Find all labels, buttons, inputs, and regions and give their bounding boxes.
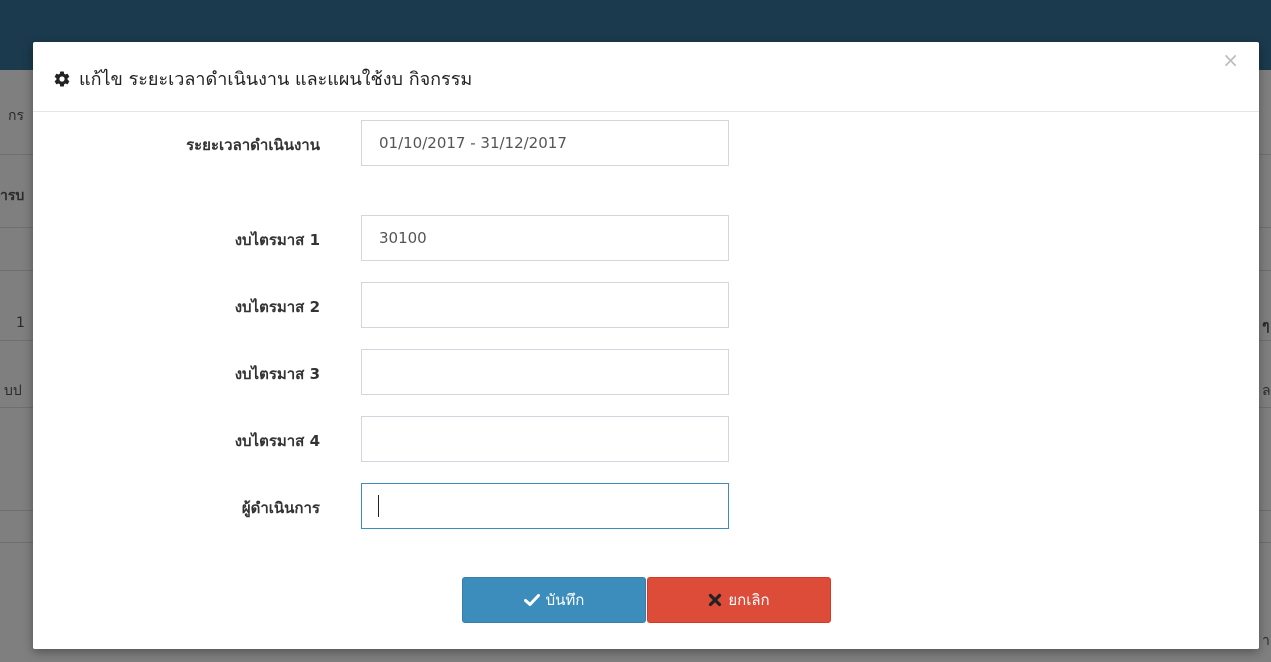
budget-q1-input[interactable]	[361, 215, 729, 261]
save-button[interactable]: บันทึก	[462, 577, 646, 623]
background-text: ารบ	[0, 188, 25, 204]
budget-q2-input[interactable]	[361, 282, 729, 328]
budget-q2-label: งบไตรมาส 2	[234, 298, 320, 316]
background-text: 1	[16, 315, 25, 331]
edit-activity-modal: แก้ไข ระยะเวลาดำเนินงาน และแผนใช้งบ กิจก…	[33, 42, 1259, 649]
modal-title: แก้ไข ระยะเวลาดำเนินงาน และแผนใช้งบ กิจก…	[53, 64, 472, 93]
budget-q1-label: งบไตรมาส 1	[234, 231, 320, 249]
operator-label: ผู้ดำเนินการ	[241, 499, 320, 517]
modal-header: แก้ไข ระยะเวลาดำเนินงาน และแผนใช้งบ กิจก…	[33, 42, 1259, 112]
budget-q3-label: งบไตรมาส 3	[234, 365, 320, 383]
duration-label: ระยะเวลาดำเนินงาน	[186, 136, 320, 154]
background-text: า	[1262, 633, 1270, 649]
times-icon	[709, 593, 722, 607]
gear-icon	[53, 70, 71, 88]
budget-q4-label: งบไตรมาส 4	[234, 432, 320, 450]
modal-title-text: แก้ไข ระยะเวลาดำเนินงาน และแผนใช้งบ กิจก…	[79, 69, 473, 90]
cancel-button[interactable]: ยกเลิก	[647, 577, 831, 623]
operator-input[interactable]	[361, 483, 729, 529]
background-text: ๆ	[1262, 318, 1270, 334]
close-button[interactable]: ×	[1222, 50, 1239, 70]
check-icon	[523, 594, 540, 606]
background-text: ล	[1262, 383, 1271, 399]
duration-input[interactable]	[361, 120, 729, 166]
budget-q4-input[interactable]	[361, 416, 729, 462]
cancel-button-label: ยกเลิก	[728, 591, 770, 609]
background-text: บป	[4, 383, 22, 399]
budget-q3-input[interactable]	[361, 349, 729, 395]
save-button-label: บันทึก	[545, 591, 585, 609]
background-text: กร	[8, 108, 24, 124]
text-caret	[378, 495, 379, 517]
